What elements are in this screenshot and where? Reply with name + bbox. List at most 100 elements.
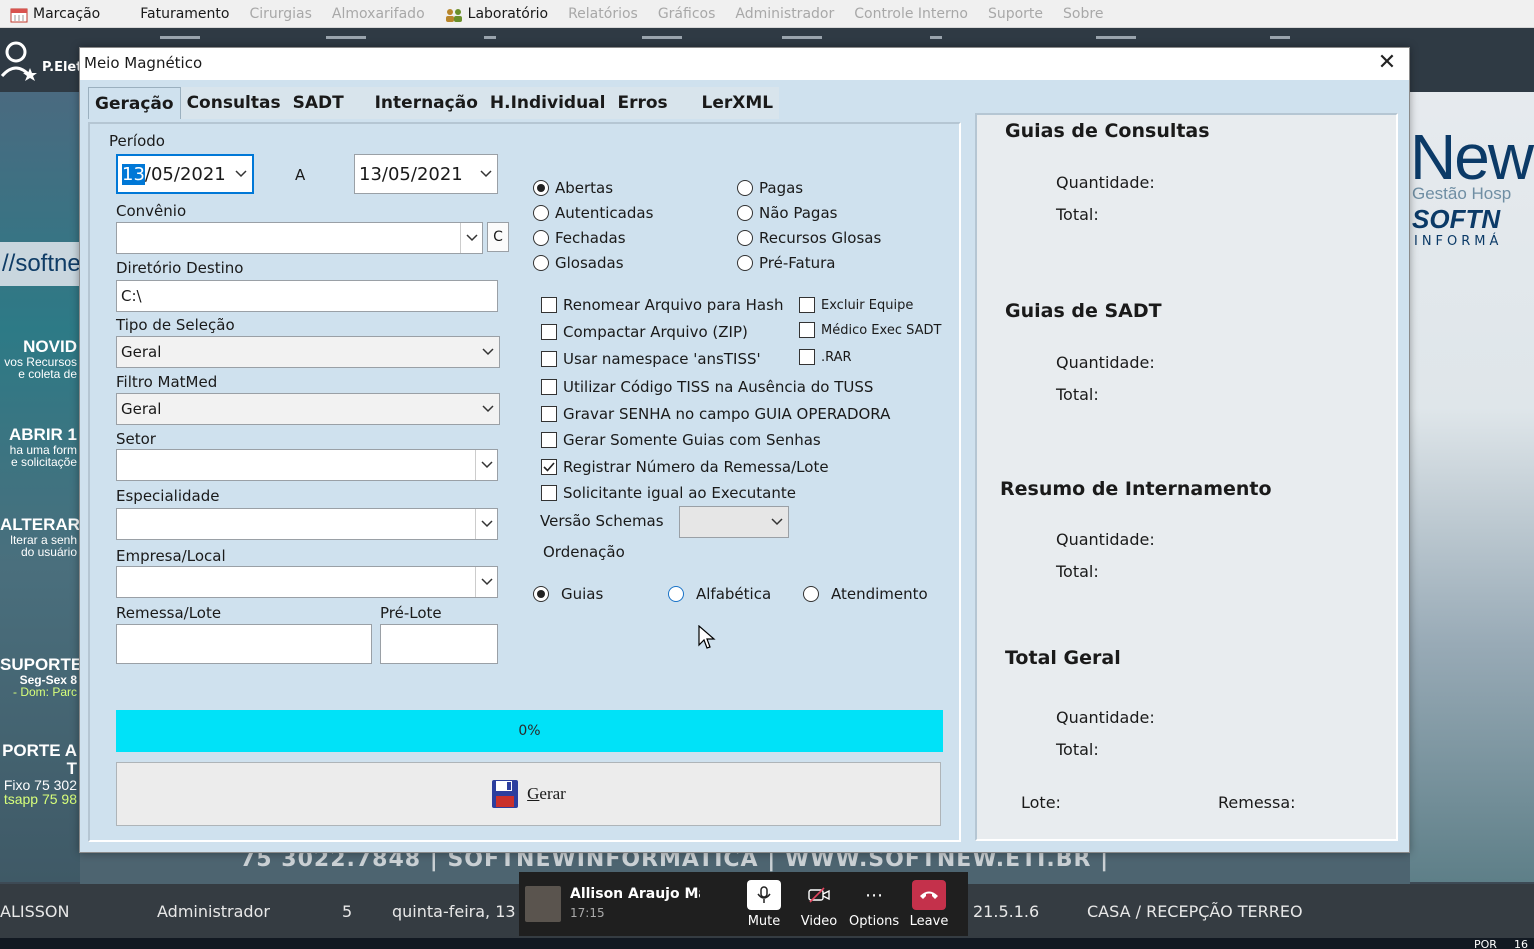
checkbox-registrar-remessa[interactable]: Registrar Número da Remessa/Lote [541, 458, 829, 476]
toolbar-icon[interactable] [642, 36, 682, 46]
chevron-down-icon[interactable] [475, 567, 497, 597]
menu-relatorios[interactable]: Relatórios [558, 0, 648, 28]
radio-autenticadas[interactable]: Autenticadas [533, 204, 653, 222]
menu-laboratorio[interactable]: Laboratório [435, 0, 558, 28]
checkbox-rar[interactable]: .RAR [799, 349, 852, 365]
tab-geracao[interactable]: Geração [88, 87, 181, 119]
chevron-down-icon[interactable] [460, 223, 482, 253]
menu-almoxarifado[interactable]: Almoxarifado [322, 0, 435, 28]
video-button[interactable]: Video [794, 878, 844, 934]
tab-sadt[interactable]: SADT [286, 87, 369, 119]
clock[interactable]: 16 [1514, 938, 1528, 949]
toolbar-icon[interactable] [326, 36, 366, 46]
radio-glosadas[interactable]: Glosadas [533, 254, 624, 272]
promo-title: NOVID [23, 337, 77, 356]
tipo-selecao-select[interactable]: Geral [116, 336, 500, 368]
gerar-button[interactable]: Gerar [116, 762, 941, 826]
chevron-down-icon[interactable] [475, 155, 497, 193]
chevron-down-icon[interactable] [475, 509, 497, 539]
chevron-down-icon[interactable] [477, 337, 499, 367]
promo-block: ALTERAR lterar a senh do usuário [0, 516, 80, 559]
radio-label: Pré-Fatura [759, 254, 836, 272]
menu-administrador[interactable]: Administrador [725, 0, 844, 28]
options-label: Options [849, 914, 900, 929]
menu-graficos[interactable]: Gráficos [648, 0, 726, 28]
leave-button[interactable]: Leave [904, 878, 954, 934]
radio-label: Autenticadas [555, 204, 654, 222]
radio-label: Abertas [555, 179, 614, 197]
chevron-down-icon[interactable] [477, 394, 499, 424]
radio-pagas[interactable]: Pagas [737, 179, 803, 197]
checkbox-compactar-zip[interactable]: Compactar Arquivo (ZIP) [541, 323, 748, 341]
especialidade-select[interactable] [116, 508, 498, 540]
chevron-down-icon[interactable] [230, 156, 252, 192]
menu-sobre[interactable]: Sobre [1053, 0, 1113, 28]
remessa-lote-input[interactable] [116, 624, 372, 664]
menu-label: Administrador [735, 5, 835, 22]
checkbox-renomear-hash[interactable]: Renomear Arquivo para Hash [541, 296, 783, 314]
radio-ordem-guias[interactable]: Guias [533, 585, 603, 603]
menu-faturamento[interactable]: Faturamento [110, 0, 239, 28]
chevron-down-icon[interactable] [766, 507, 788, 537]
convenio-clear-button[interactable]: C [487, 222, 509, 252]
date-to-picker[interactable]: 13/05/2021 [354, 154, 498, 194]
options-button[interactable]: ⋯ Options [849, 878, 899, 934]
checkbox-solicitante-executante[interactable]: Solicitante igual ao Executante [541, 484, 796, 502]
menu-controle-interno[interactable]: Controle Interno [844, 0, 978, 28]
close-button[interactable]: ✕ [1375, 52, 1399, 76]
tab-lerxml[interactable]: LerXML [695, 87, 780, 119]
radio-nao-pagas[interactable]: Não Pagas [737, 204, 837, 222]
close-icon: ✕ [1377, 50, 1397, 75]
especialidade-label: Especialidade [116, 487, 220, 505]
radio-label: Atendimento [831, 585, 928, 603]
toolbar-icon[interactable] [1096, 36, 1136, 46]
checkbox-namespace-anstiss[interactable]: Usar namespace 'ansTISS' [541, 350, 761, 368]
menu-suporte[interactable]: Suporte [978, 0, 1053, 28]
checkbox-excluir-equipe[interactable]: Excluir Equipe [799, 297, 913, 313]
tab-internacao[interactable]: Internação [368, 87, 484, 119]
checkbox-label: Compactar Arquivo (ZIP) [563, 323, 748, 341]
checkbox-codigo-tiss[interactable]: Utilizar Código TISS na Ausência do TUSS [541, 378, 873, 396]
toolbar-icon[interactable] [484, 36, 496, 46]
promo-text: e coleta de [18, 367, 77, 382]
checkbox-somente-senhas[interactable]: Gerar Somente Guias com Senhas [541, 431, 821, 449]
versao-schemas-label: Versão Schemas [540, 512, 664, 530]
radio-ordem-alfabetica[interactable]: Alfabética [668, 585, 771, 603]
language-indicator[interactable]: POR [1474, 938, 1497, 949]
checkbox-gravar-senha[interactable]: Gravar SENHA no campo GUIA OPERADORA [541, 405, 890, 423]
dialog-title: Meio Magnético [84, 54, 203, 72]
promo-block: SUPORTE Seg-Sex 8 - Dom: Parc [0, 656, 80, 699]
convenio-select[interactable] [116, 222, 483, 254]
checkbox-medico-exec-sadt[interactable]: Médico Exec SADT [799, 322, 941, 338]
date-from-picker[interactable]: 13/05/2021 [116, 154, 254, 194]
tab-erros[interactable]: Erros [611, 87, 696, 119]
radio-label: Glosadas [555, 254, 624, 272]
radio-button [533, 586, 549, 602]
toolbar-icon[interactable] [160, 36, 200, 46]
chevron-down-icon[interactable] [475, 450, 497, 480]
tab-consultas[interactable]: Consultas [180, 87, 287, 119]
menu-marcacao[interactable]: Marcação [0, 0, 110, 28]
versao-schemas-select[interactable] [679, 506, 789, 538]
setor-label: Setor [116, 430, 156, 448]
radio-pre-fatura[interactable]: Pré-Fatura [737, 254, 835, 272]
filtro-matmed-select[interactable]: Geral [116, 393, 500, 425]
toolbar-icon[interactable] [930, 36, 942, 46]
mute-button[interactable]: Mute [739, 878, 789, 934]
radio-recursos-glosas[interactable]: Recursos Glosas [737, 229, 881, 247]
menu-cirurgias[interactable]: Cirurgias [239, 0, 321, 28]
pre-lote-input[interactable] [380, 624, 498, 664]
tab-h-individual[interactable]: H.Individual [483, 87, 612, 119]
setor-select[interactable] [116, 449, 498, 481]
empresa-local-select[interactable] [116, 566, 498, 598]
radio-fechadas[interactable]: Fechadas [533, 229, 626, 247]
radio-abertas[interactable]: Abertas [533, 179, 613, 197]
user-button[interactable]: P.Elet [0, 36, 82, 84]
menu-label: Marcação [33, 5, 101, 22]
radio-ordem-atendimento[interactable]: Atendimento [803, 585, 928, 603]
toolbar-icon[interactable] [1270, 36, 1290, 46]
toolbar-icon[interactable] [782, 36, 822, 46]
diretorio-input[interactable]: C:\ [116, 280, 498, 312]
tipo-selecao-value: Geral [121, 343, 162, 361]
geracao-panel: Período 13/05/2021 A 13/05/2021 Convênio… [88, 122, 961, 842]
